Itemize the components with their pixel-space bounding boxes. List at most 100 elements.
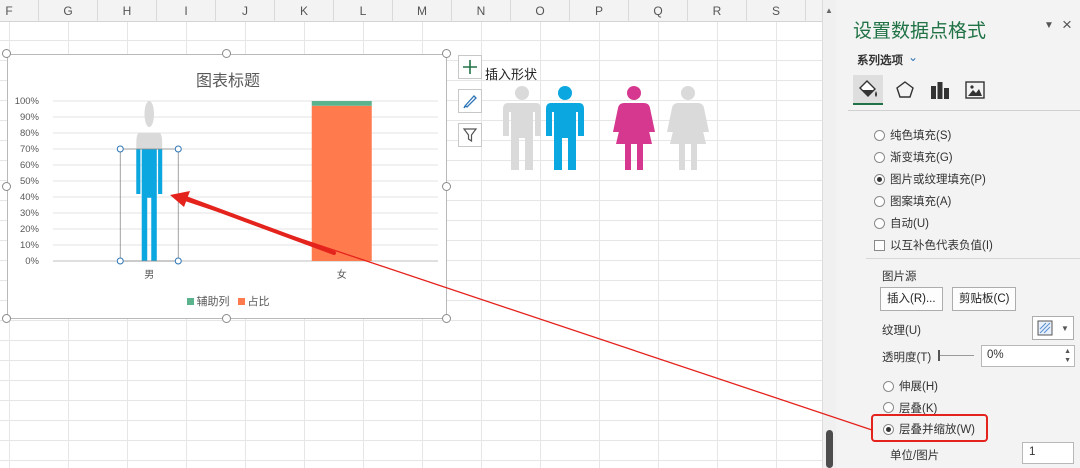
female-person-gray-icon[interactable] [666,86,710,172]
vertical-scrollbar[interactable]: ▲ [822,0,836,468]
tab-effects[interactable] [890,75,920,105]
radio-button[interactable] [883,402,894,413]
paint-bucket-icon [859,80,877,97]
legend-label: 占比 [247,296,270,308]
column-header-r[interactable]: R [688,0,747,22]
transparency-slider-thumb[interactable] [938,350,940,361]
legend-swatch [237,297,245,305]
clipboard-button[interactable]: 剪贴板(C) [952,287,1017,311]
chart-resize-handle[interactable] [442,314,451,323]
radio-label: 图案填充(A) [890,196,952,208]
column-header-q[interactable]: Q [629,0,688,22]
chart-resize-handle[interactable] [2,314,11,323]
radio-label: 纯色填充(S) [890,130,952,142]
invert-negative-checkbox[interactable] [874,239,885,251]
invert-negative-label: 以互补色代表负值(I) [890,240,993,252]
series-options-dropdown[interactable]: 系列选项 [857,52,903,68]
column-header-m[interactable]: M [393,0,452,22]
y-tick-label: 10% [20,240,40,251]
column-header-k[interactable]: K [275,0,334,22]
chevron-down-icon[interactable]: ⌄ [908,50,918,64]
format-data-point-pane: 设置数据点格式 ▼ × 系列选项 ⌄ 纯色填充(S) 渐变填充(G) 图片或纹理填充… [836,0,1080,468]
column-header-g[interactable]: G [39,0,98,22]
tab-picture[interactable] [960,75,990,105]
radio-option[interactable]: 图案填充(A) [874,193,951,209]
highlight-annotation-box [871,414,988,442]
column-header-j[interactable]: J [216,0,275,22]
insert-shape-label: 插入形状 [485,67,538,82]
column-header-o[interactable]: O [511,0,570,22]
tab-fill-line[interactable] [853,75,883,105]
radio-option[interactable]: 图片或纹理填充(P) [874,171,986,187]
selection-handle[interactable] [174,145,182,153]
y-tick-label: 90% [20,112,40,123]
spreadsheet-area[interactable]: FGHIJKLMNOPQRS 图表标题 0% 10% 20% 30% 40% 50% 60%… [0,0,822,468]
male-person-gray-icon[interactable] [500,86,544,172]
chart-resize-handle[interactable] [222,49,231,58]
spin-arrows-icon[interactable]: ▲ ▼ [1064,347,1071,365]
selection-handle[interactable] [116,145,124,153]
radio-option[interactable]: 自动(U) [874,215,929,231]
column-header-f[interactable]: F [0,0,39,22]
pane-options-chevron-icon[interactable]: ▼ [1044,20,1054,31]
legend-entry[interactable]: 占比 [237,293,270,309]
column-header-i[interactable]: I [157,0,216,22]
close-icon[interactable]: × [1062,15,1072,35]
tab-series-options[interactable] [925,75,955,105]
radio-button[interactable] [874,195,885,207]
chart-resize-handle[interactable] [2,181,11,191]
radio-label: 自动(U) [890,218,929,230]
bar-male-picture[interactable] [136,101,163,262]
scrollbar-thumb[interactable] [826,430,833,468]
insert-picture-button[interactable]: 插入(R)... [880,287,943,311]
radio-button[interactable] [874,217,885,229]
y-tick-label: 80% [20,128,40,139]
bar-helper-1[interactable] [311,101,372,106]
column-header-l[interactable]: L [334,0,393,22]
chart-object[interactable]: 图表标题 0% 10% 20% 30% 40% 50% 60% 70% 80% 90% 100% 男女… [2,49,451,323]
transparency-slider-track[interactable] [938,355,974,356]
chart-resize-handle[interactable] [222,314,231,323]
radio-button[interactable] [874,151,885,163]
chart-filters-button[interactable] [458,123,482,147]
unit-per-picture-input[interactable]: 1 [1022,442,1074,464]
texture-label: 纹理(U) [882,325,921,337]
chart-resize-handle[interactable] [442,181,451,191]
texture-picker[interactable]: ▼ [1032,316,1074,340]
texture-dropdown-chevron-icon: ▼ [1061,323,1069,333]
column-header-bar: FGHIJKLMNOPQRS [0,0,822,22]
column-header-s[interactable]: S [747,0,806,22]
legend-swatch [186,297,194,305]
scroll-up-arrow-icon[interactable]: ▲ [825,6,833,15]
female-person-pink-icon[interactable] [612,86,656,172]
radio-label: 图片或纹理填充(P) [890,174,986,186]
radio-button[interactable] [874,129,885,141]
bar-share-1[interactable] [311,105,372,261]
plus-icon [463,60,477,74]
bar-chart-icon [931,82,949,99]
radio-label: 伸展(H) [899,381,938,393]
male-person-blue-icon[interactable] [543,86,587,172]
legend-entry[interactable]: 辅助列 [186,293,230,309]
pane-separator [866,258,1080,259]
selection-handle[interactable] [174,257,182,265]
column-header-h[interactable]: H [98,0,157,22]
radio-button[interactable] [874,173,885,185]
radio-option[interactable]: 伸展(H) [883,378,938,394]
radio-option[interactable]: 纯色填充(S) [874,127,951,143]
selection-handle[interactable] [116,257,124,265]
chart-legend[interactable]: 辅助列 占比 [8,293,448,309]
chart-elements-button[interactable] [458,55,482,79]
column-header-p[interactable]: P [570,0,629,22]
column-header-n[interactable]: N [452,0,511,22]
pentagon-icon [896,81,914,98]
chart-resize-handle[interactable] [442,49,451,58]
radio-option[interactable]: 渐变填充(G) [874,149,953,165]
transparency-input[interactable]: 0% ▲ ▼ [981,345,1075,367]
radio-button[interactable] [883,380,894,392]
y-tick-label: 30% [20,208,40,219]
chart-styles-button[interactable] [458,89,482,113]
chart-plot-area[interactable]: 0% 10% 20% 30% 40% 50% 60% 70% 80% 90% 100% 男 女 [8,55,448,320]
chart-resize-handle[interactable] [2,49,11,58]
invert-negative-checkbox-row[interactable]: 以互补色代表负值(I) [874,237,993,253]
